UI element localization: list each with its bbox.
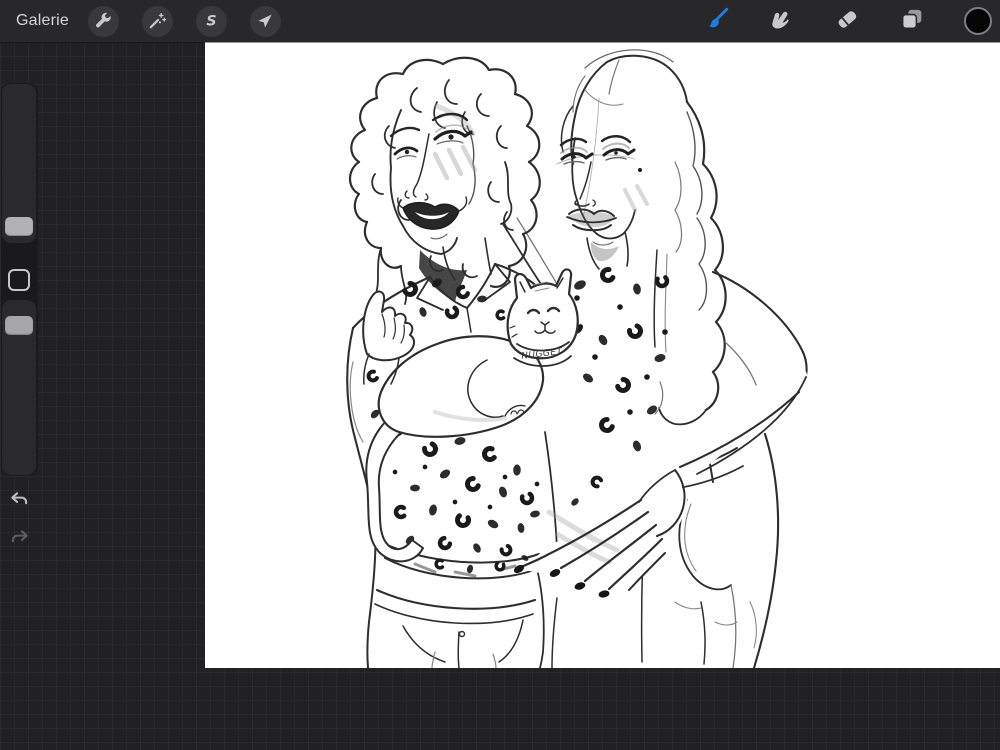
svg-text:S: S bbox=[207, 14, 217, 30]
undo-arrow-icon bbox=[8, 492, 31, 516]
smudge-tool-button[interactable] bbox=[769, 8, 795, 34]
layers-icon bbox=[899, 6, 925, 37]
opacity-handle[interactable] bbox=[5, 316, 33, 335]
transform-button[interactable] bbox=[249, 5, 281, 37]
modify-button[interactable] bbox=[8, 269, 30, 291]
paint-tool-button[interactable] bbox=[704, 6, 730, 37]
procreate-app: Galerie S NUGGET bbox=[0, 0, 1000, 750]
actions-button[interactable] bbox=[87, 5, 119, 37]
drawing-canvas[interactable]: NUGGET bbox=[205, 42, 1000, 668]
color-swatch-button[interactable] bbox=[964, 7, 992, 35]
adjustments-button[interactable] bbox=[141, 5, 173, 37]
gallery-button[interactable]: Galerie bbox=[16, 12, 69, 30]
eraser-icon bbox=[834, 6, 860, 37]
brush-size-handle[interactable] bbox=[5, 217, 33, 236]
wrench-icon bbox=[93, 11, 113, 31]
layers-button[interactable] bbox=[899, 8, 925, 34]
sketch-artwork: NUGGET bbox=[346, 49, 811, 668]
smudge-finger-icon bbox=[769, 6, 795, 37]
paintbrush-icon bbox=[704, 6, 730, 37]
right-tool-group bbox=[704, 0, 992, 42]
left-tool-group: S bbox=[87, 5, 281, 37]
selection-button[interactable]: S bbox=[195, 5, 227, 37]
top-toolbar: Galerie S bbox=[0, 0, 1000, 42]
selection-s-icon: S bbox=[201, 11, 221, 31]
transform-arrow-icon bbox=[255, 11, 275, 31]
redo-arrow-icon bbox=[8, 530, 31, 554]
erase-tool-button[interactable] bbox=[834, 8, 860, 34]
redo-button[interactable] bbox=[8, 527, 31, 550]
magic-wand-icon bbox=[147, 11, 167, 31]
undo-button[interactable] bbox=[8, 489, 31, 512]
